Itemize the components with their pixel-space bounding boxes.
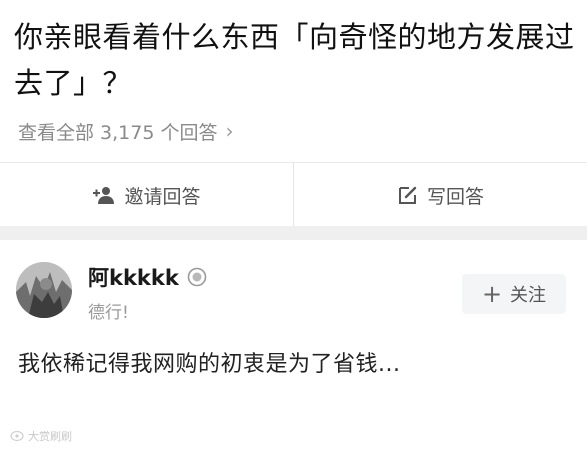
chevron-right-icon: › <box>225 119 234 143</box>
plus-icon: + <box>481 280 503 308</box>
question-title[interactable]: 你亲眼看着什么东西「向奇怪的地方发展过去了」？ <box>14 14 579 106</box>
edit-icon <box>398 186 417 204</box>
view-all-answers-link[interactable]: 查看全部 3,175 个回答 › <box>18 116 233 146</box>
author-name-text: 阿kkkkk <box>88 266 179 290</box>
answer-card[interactable]: 阿kkkkk 德行! + 关注 我依稀记得我网购的初衷是为了省钱... 大赏刷刷 <box>0 240 587 450</box>
section-divider <box>0 226 587 240</box>
author-name[interactable]: 阿kkkkk <box>88 262 207 292</box>
write-answer-button[interactable]: 写回答 <box>293 163 587 227</box>
question-action-bar: 邀请回答 写回答 <box>0 162 587 227</box>
follow-label: 关注 <box>510 285 547 306</box>
view-all-answers-label: 查看全部 3,175 个回答 <box>18 121 218 144</box>
avatar[interactable] <box>16 262 72 318</box>
avatar-image <box>16 262 72 318</box>
follow-button[interactable]: + 关注 <box>462 274 566 314</box>
author-bio: 德行! <box>88 303 129 323</box>
invite-answer-button[interactable]: 邀请回答 <box>0 163 293 227</box>
answer-excerpt[interactable]: 我依稀记得我网购的初衷是为了省钱... <box>18 346 578 378</box>
question-page: 你亲眼看着什么东西「向奇怪的地方发展过去了」？ 查看全部 3,175 个回答 ›… <box>0 0 587 450</box>
watermark-logo-icon <box>10 430 24 442</box>
watermark-text: 大赏刷刷 <box>28 430 72 443</box>
question-header: 你亲眼看着什么东西「向奇怪的地方发展过去了」？ <box>14 14 579 106</box>
person-add-icon <box>93 187 115 204</box>
watermark: 大赏刷刷 <box>10 428 72 444</box>
badge-icon <box>187 267 207 287</box>
write-answer-label: 写回答 <box>426 185 484 208</box>
invite-answer-label: 邀请回答 <box>124 185 201 208</box>
